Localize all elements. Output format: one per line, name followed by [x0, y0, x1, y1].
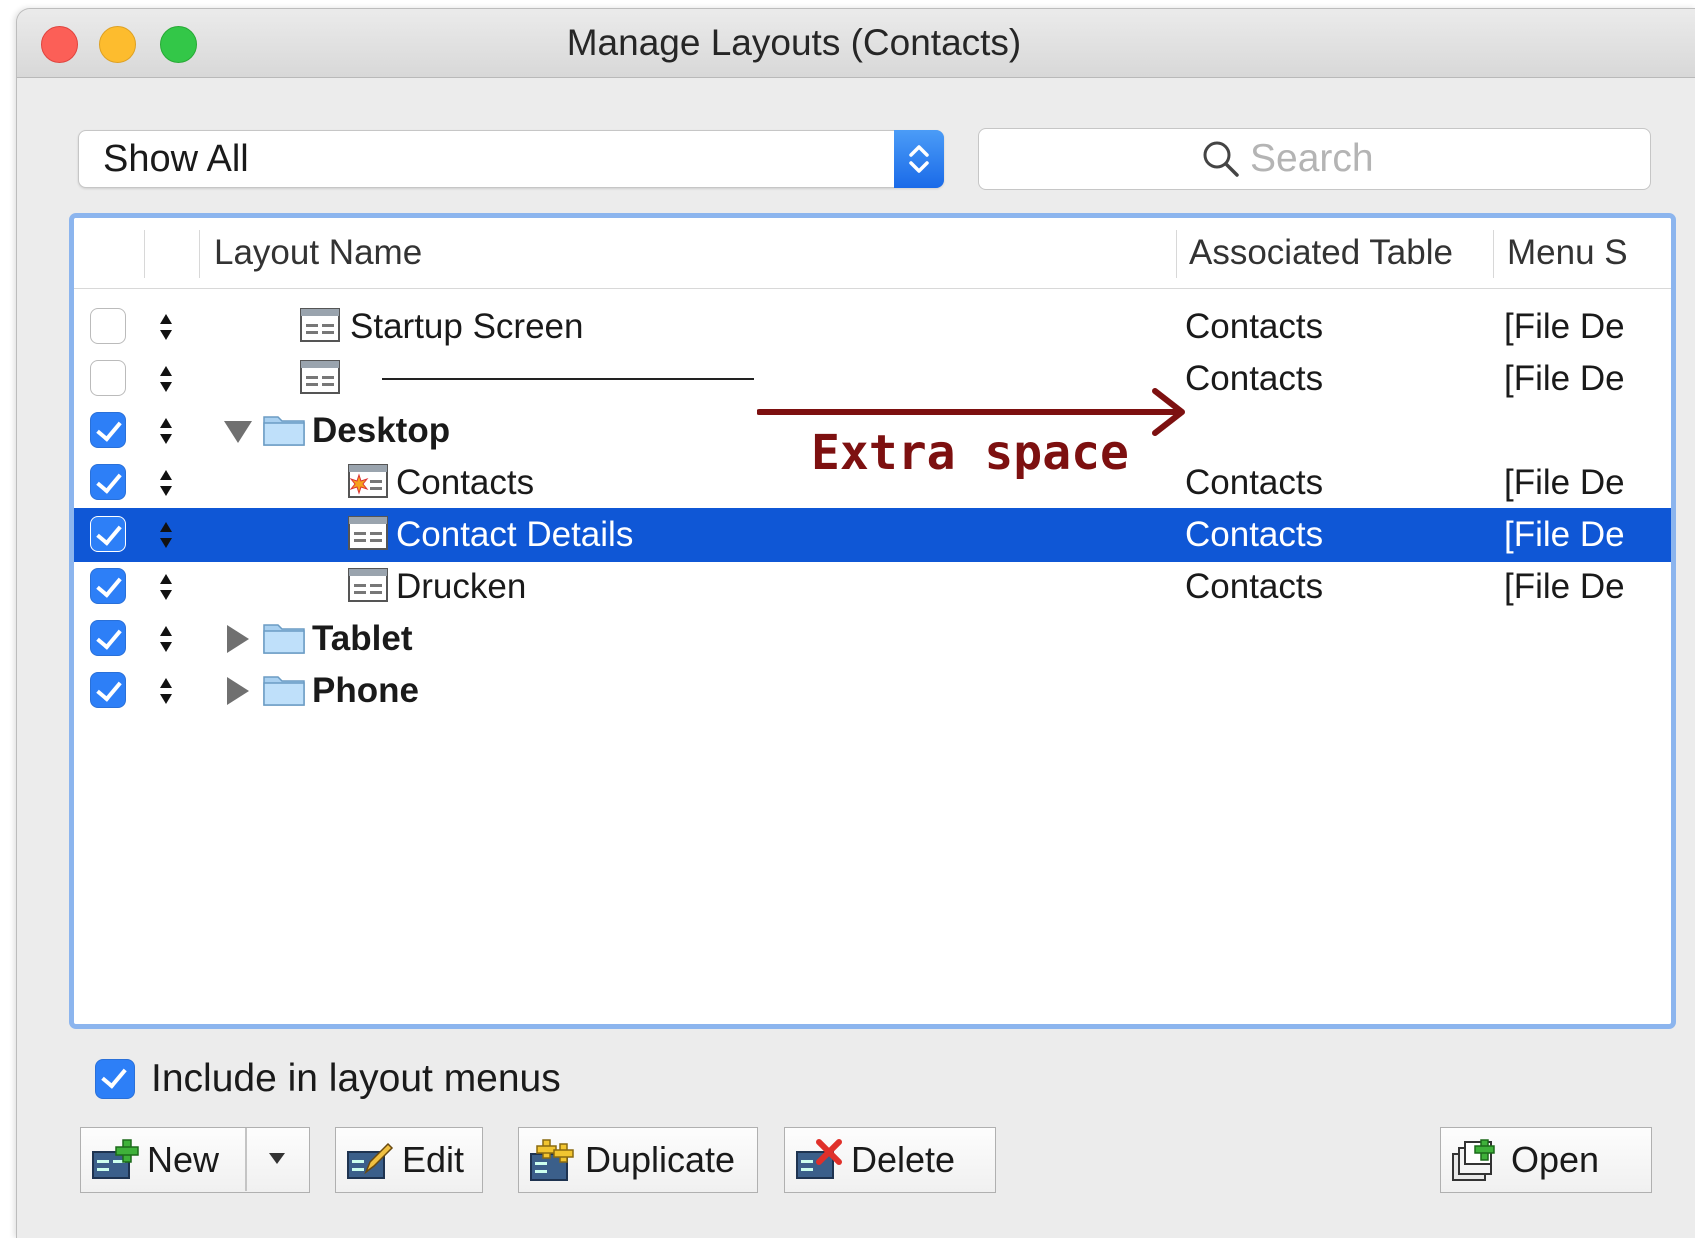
startup-layout-icon [348, 464, 388, 498]
show-filter-value: Show All [103, 138, 249, 180]
layout-name: Contacts [396, 463, 535, 502]
column-header-menu-set[interactable]: Menu S [1507, 218, 1628, 288]
reorder-handle-icon[interactable] [159, 364, 173, 394]
layout-name: Contact Details [396, 515, 634, 554]
table-row[interactable]: Tablet [74, 612, 1671, 666]
layout-icon [300, 360, 340, 394]
search-placeholder: Search [1250, 137, 1374, 180]
new-button[interactable]: New [81, 1128, 245, 1191]
window-title: Manage Layouts (Contacts) [566, 22, 1022, 63]
reorder-handle-icon[interactable] [159, 676, 173, 706]
new-options-dropdown[interactable] [247, 1128, 309, 1191]
disclosure-triangle-collapsed-icon[interactable] [227, 677, 249, 705]
table-row[interactable]: Drucken Contacts [File De [74, 560, 1671, 614]
menu-set: [File De [1504, 307, 1625, 346]
open-button[interactable]: Open [1440, 1127, 1652, 1193]
delete-button-label: Delete [851, 1139, 956, 1180]
edit-button-label: Edit [402, 1139, 465, 1180]
associated-table: Contacts [1185, 463, 1324, 502]
folder-name: Phone [312, 671, 419, 710]
folder-icon [263, 676, 305, 706]
menu-include-checkbox[interactable] [90, 672, 126, 708]
separator-line [382, 378, 754, 380]
title-bar[interactable]: Manage Layouts (Contacts) [17, 9, 1695, 78]
duplicate-button-label: Duplicate [585, 1139, 736, 1180]
open-button-label: Open [1511, 1139, 1600, 1180]
show-filter-popup[interactable]: Show All [78, 130, 944, 188]
table-row-selected[interactable]: Contact Details Contacts [File De [74, 508, 1671, 562]
folder-name: Tablet [312, 619, 413, 658]
folder-icon [263, 416, 305, 446]
layout-icon [348, 516, 388, 550]
new-layout-icon [92, 1139, 139, 1179]
new-button-label: New [147, 1139, 220, 1180]
table-row[interactable]: Startup Screen Contacts [File De [74, 300, 1671, 354]
menu-include-checkbox[interactable] [90, 308, 126, 344]
reorder-handle-icon[interactable] [159, 468, 173, 498]
associated-table: Contacts [1185, 567, 1324, 606]
reorder-handle-icon[interactable] [159, 520, 173, 550]
delete-button[interactable]: Delete [784, 1127, 996, 1193]
table-header: Layout Name Associated Table Menu S [74, 218, 1671, 289]
associated-table: Contacts [1185, 307, 1324, 346]
associated-table: Contacts [1185, 515, 1324, 554]
reorder-handle-icon[interactable] [159, 572, 173, 602]
search-field[interactable]: Search [978, 128, 1651, 190]
layout-name: Drucken [396, 567, 527, 606]
open-layout-icon [1452, 1139, 1495, 1181]
table-row[interactable]: Phone [74, 664, 1671, 718]
include-in-menus-label: Include in layout menus [151, 1057, 561, 1100]
menu-include-checkbox[interactable] [90, 620, 126, 656]
edit-layout-icon [347, 1142, 394, 1179]
duplicate-button[interactable]: Duplicate [518, 1127, 758, 1193]
associated-table: Contacts [1185, 359, 1324, 398]
popup-arrows-icon [894, 130, 944, 188]
reorder-handle-icon[interactable] [159, 416, 173, 446]
menu-set: [File De [1504, 359, 1625, 398]
folder-name: Desktop [312, 411, 451, 450]
menu-include-checkbox[interactable] [90, 360, 126, 396]
column-header-associated-table[interactable]: Associated Table [1189, 218, 1453, 288]
edit-button[interactable]: Edit [335, 1127, 483, 1193]
disclosure-triangle-collapsed-icon[interactable] [227, 625, 249, 653]
include-in-menus-checkbox[interactable] [95, 1059, 135, 1099]
disclosure-triangle-expanded-icon[interactable] [224, 421, 252, 443]
menu-include-checkbox[interactable] [90, 516, 126, 552]
column-header-layout-name[interactable]: Layout Name [214, 218, 422, 288]
menu-include-checkbox[interactable] [90, 412, 126, 448]
search-icon [1203, 141, 1239, 177]
chevron-down-icon [269, 1153, 285, 1164]
folder-icon [263, 624, 305, 654]
manage-layouts-dialog: Manage Layouts (Contacts) Show All Searc… [16, 8, 1695, 1238]
reorder-handle-icon[interactable] [159, 312, 173, 342]
layouts-table[interactable]: Layout Name Associated Table Menu S Star… [69, 213, 1676, 1029]
menu-set: [File De [1504, 515, 1625, 554]
menu-set: [File De [1504, 463, 1625, 502]
layout-name: Startup Screen [350, 307, 584, 346]
menu-include-checkbox[interactable] [90, 568, 126, 604]
menu-set: [File De [1504, 567, 1625, 606]
reorder-handle-icon[interactable] [159, 624, 173, 654]
delete-layout-icon [796, 1139, 842, 1179]
layout-icon [348, 568, 388, 602]
menu-include-checkbox[interactable] [90, 464, 126, 500]
duplicate-layout-icon [530, 1139, 574, 1181]
new-button-group: New [80, 1127, 310, 1193]
layout-icon [300, 308, 340, 342]
annotation-text: Extra space [811, 425, 1129, 481]
